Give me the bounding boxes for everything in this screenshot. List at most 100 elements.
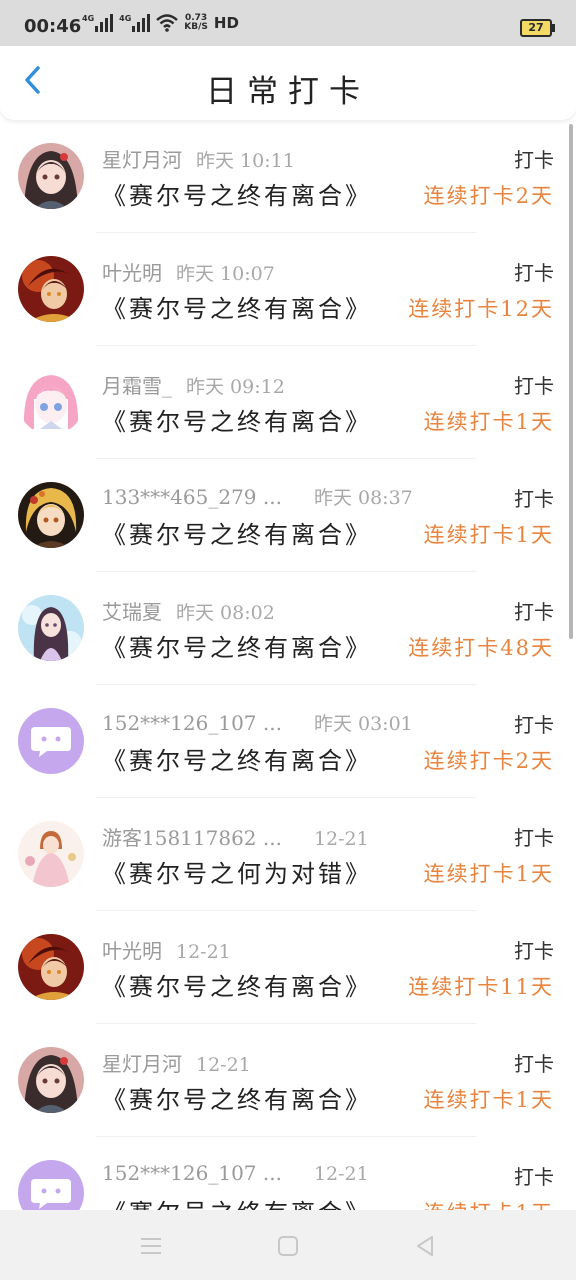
list-item[interactable]: 叶光明 昨天 10:07 《赛尔号之终有离合》 打卡 连续打卡12天 [0,233,576,346]
nav-back-button[interactable] [407,1228,443,1264]
streak-label: 连续打卡1天 [424,1197,554,1210]
streak-label: 连续打卡1天 [423,410,554,434]
avatar[interactable] [18,595,84,661]
avatar[interactable] [18,482,84,548]
book-title[interactable]: 《赛尔号之终有离合》 [102,628,372,663]
anime-girl-avatar-icon [18,143,84,209]
system-nav-bar [0,1210,576,1280]
checkin-time: 昨天 09:12 [186,376,285,398]
user-name[interactable]: 叶光明 [102,261,162,285]
checkin-time: 12-21 [313,828,369,850]
app-header: 日常打卡 [0,46,576,120]
checkin-time: 昨天 08:02 [176,602,275,624]
user-name[interactable]: 游客158117862 ... [102,826,282,850]
checkin-time: 昨天 08:37 [313,487,413,509]
network-rate: 0.73 KB/S [184,13,208,32]
book-title[interactable]: 《赛尔号之终有离合》 [102,741,372,776]
list-item[interactable]: 游客158117862 ... 12-21 《赛尔号之何为对错》 打卡 连续打卡1… [0,798,576,911]
anime-boy-avatar-icon [18,934,84,1000]
home-button[interactable] [270,1228,306,1264]
user-name[interactable]: 叶光明 [102,939,162,963]
page-title: 日常打卡 [206,74,370,110]
avatar[interactable] [18,369,84,435]
user-meta: 152***126_107 ... 12-21 [102,1161,369,1185]
chat-bubble-icon [31,727,71,757]
avatar[interactable] [18,256,84,322]
anime-girl-avatar-icon [18,1047,84,1113]
user-name[interactable]: 152***126_107 ... [102,711,282,735]
avatar[interactable] [18,1160,84,1210]
anime-girl-blue-avatar-icon [18,595,84,661]
user-name[interactable]: 133***465_279 ... [102,485,282,509]
streak-label: 连续打卡1天 [423,1088,554,1112]
streak-label: 连续打卡2天 [423,184,554,208]
checkin-list: 星灯月河 昨天 10:11 《赛尔号之终有离合》 打卡 连续打卡2天 叶光明 昨天 … [0,120,576,1210]
checkin-action: 打卡 [514,826,554,850]
user-meta: 游客158117862 ... 12-21 [102,822,369,851]
checkin-action: 打卡 [514,939,554,963]
user-meta: 艾瑞夏 昨天 08:02 [102,596,275,625]
checkin-time: 12-21 [176,941,231,963]
book-title[interactable]: 《赛尔号之终有离合》 [102,402,372,437]
status-bar: 00:46 4G 4G 0.73 KB/S HD 27 [0,0,576,46]
book-title[interactable]: 《赛尔号之终有离合》 [102,967,372,1002]
user-name[interactable]: 星灯月河 [102,1052,182,1076]
checkin-action: 打卡 [514,261,554,285]
list-item[interactable]: 艾瑞夏 昨天 08:02 《赛尔号之终有离合》 打卡 连续打卡48天 [0,572,576,685]
book-title[interactable]: 《赛尔号之终有离合》 [102,176,372,211]
anime-boy-avatar-icon [18,256,84,322]
chat-bubble-icon [31,1179,71,1209]
menu-button[interactable] [133,1228,169,1264]
checkin-action: 打卡 [514,600,554,624]
anime-blonde-avatar-icon [18,482,84,548]
list-item[interactable]: 133***465_279 ... 昨天 08:37 《赛尔号之终有离合》 打卡 … [0,459,576,572]
streak-label: 连续打卡48天 [408,636,554,660]
scrollbar[interactable] [569,124,573,639]
checkin-action: 打卡 [514,1052,554,1076]
signal-icon: 4G [119,14,151,32]
user-meta: 叶光明 12-21 [102,935,231,964]
list-item[interactable]: 叶光明 12-21 《赛尔号之终有离合》 打卡 连续打卡11天 [0,911,576,1024]
user-meta: 叶光明 昨天 10:07 [102,257,275,286]
avatar[interactable] [18,708,84,774]
user-meta: 152***126_107 ... 昨天 03:01 [102,709,413,736]
streak-label: 连续打卡2天 [423,749,554,773]
book-title[interactable]: 《赛尔号之何为对错》 [102,854,372,889]
list-item[interactable]: 星灯月河 昨天 10:11 《赛尔号之终有离合》 打卡 连续打卡2天 [0,120,576,233]
checkin-action: 打卡 [514,1165,554,1189]
avatar[interactable] [18,143,84,209]
user-name[interactable]: 月霜雪_ [102,374,172,398]
user-meta: 星灯月河 12-21 [102,1048,251,1077]
list-item[interactable]: 152***126_107 ... 12-21 《赛尔号之终有离合》 打卡 连续打… [0,1137,576,1210]
checkin-time: 12-21 [196,1054,251,1076]
status-time: 00:46 [24,16,82,37]
avatar[interactable] [18,934,84,1000]
checkin-action: 打卡 [514,148,554,172]
user-name[interactable]: 152***126_107 ... [102,1161,282,1185]
book-title[interactable]: 《赛尔号之终有离合》 [102,1080,372,1115]
checkin-time: 昨天 10:07 [176,263,275,285]
hd-badge: HD [213,14,239,32]
list-item[interactable]: 星灯月河 12-21 《赛尔号之终有离合》 打卡 连续打卡1天 [0,1024,576,1137]
avatar[interactable] [18,1047,84,1113]
checkin-time: 12-21 [313,1163,369,1185]
book-title[interactable]: 《赛尔号之终有离合》 [102,515,372,550]
streak-label: 连续打卡1天 [423,523,554,547]
back-triangle-icon [417,1236,433,1256]
wifi-icon [156,14,179,32]
list-item[interactable]: 152***126_107 ... 昨天 03:01 《赛尔号之终有离合》 打卡 … [0,685,576,798]
anime-girl-pink-avatar-icon [18,369,84,435]
checkin-action: 打卡 [514,374,554,398]
user-name[interactable]: 星灯月河 [102,148,182,172]
streak-label: 连续打卡1天 [423,862,554,886]
avatar[interactable] [18,821,84,887]
book-title[interactable]: 《赛尔号之终有离合》 [102,289,372,324]
user-name[interactable]: 艾瑞夏 [102,600,162,624]
checkin-action: 打卡 [514,713,554,737]
checkin-time: 昨天 03:01 [313,713,413,735]
user-meta: 月霜雪_ 昨天 09:12 [102,370,285,399]
book-title[interactable]: 《赛尔号之终有离合》 [102,1193,372,1210]
checkin-action: 打卡 [514,487,554,511]
list-item[interactable]: 月霜雪_ 昨天 09:12 《赛尔号之终有离合》 打卡 连续打卡1天 [0,346,576,459]
streak-label: 连续打卡11天 [408,975,554,999]
